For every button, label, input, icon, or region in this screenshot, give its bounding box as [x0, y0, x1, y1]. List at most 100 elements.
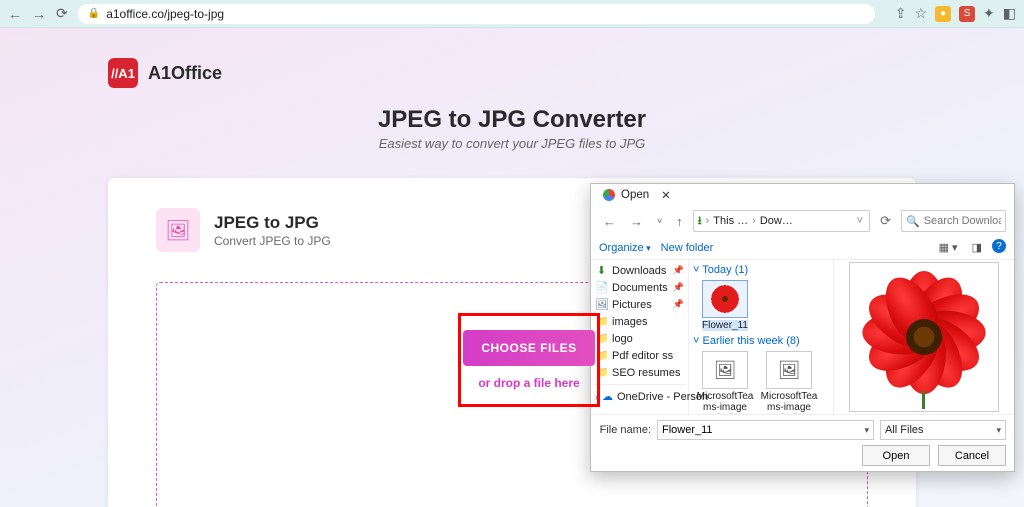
sidebar-item[interactable]: 📁 images: [593, 313, 686, 330]
chevron-down-icon[interactable]: ˅: [855, 215, 865, 227]
back-icon[interactable]: ←: [8, 6, 22, 22]
preview-image: [854, 267, 994, 407]
share-icon[interactable]: ⇪: [895, 5, 907, 22]
nav-up-icon[interactable]: ↑: [672, 212, 687, 231]
file-name-field[interactable]: ▾: [657, 420, 874, 440]
sidebar-item-label: SEO resumes: [612, 367, 680, 379]
file-thumb[interactable]: 🖼 MicrosoftTeams-image (25): [760, 351, 818, 414]
brand[interactable]: //A1 A1Office: [108, 58, 222, 88]
sidebar-item[interactable]: ⬇Downloads📌: [593, 262, 686, 279]
extensions-icon[interactable]: ✦: [983, 5, 995, 22]
close-icon[interactable]: ✕: [655, 188, 677, 202]
choose-files-button[interactable]: CHOOSE FILES: [463, 330, 594, 366]
thumb-preview: 🖼: [702, 351, 748, 389]
chrome-app-icon: [603, 189, 615, 201]
dialog-search[interactable]: 🔍: [901, 210, 1006, 232]
page-title: JPEG to JPG Converter: [0, 106, 1024, 134]
filter-label: All Files: [885, 424, 924, 436]
new-folder-button[interactable]: New folder: [661, 242, 714, 254]
dialog-file-list: Today (1) Flower_11 Earlier this week (8) 🖼…: [689, 260, 834, 414]
downloads-root-icon: ⭳: [698, 212, 702, 231]
thumb-label: MicrosoftTeams-image (26): [696, 391, 754, 414]
pin-icon: 📌: [673, 282, 684, 293]
lock-icon: 🔒: [88, 8, 100, 19]
sidebar-item[interactable]: 📁 SEO resumes: [593, 364, 686, 381]
chevron-right-icon: ›: [750, 215, 758, 227]
forward-icon[interactable]: →: [32, 6, 46, 22]
browser-toolbar: ← → ⟳ 🔒 a1office.co/jpeg-to-jpg ⇪ ☆ ● S …: [0, 0, 1024, 28]
pin-icon: 📌: [673, 265, 684, 276]
dialog-footer: File name: ▾ All Files ▾ Open Cancel: [591, 414, 1014, 471]
cloud-icon: ☁: [602, 390, 613, 403]
folder-icon: 📁: [595, 366, 608, 379]
dialog-body: ⬇Downloads📌📄Documents📌🖼Pictures📌📁images📁…: [591, 260, 1014, 414]
address-bar[interactable]: 🔒 a1office.co/jpeg-to-jpg: [78, 4, 875, 24]
file-thumb[interactable]: Flower_11: [696, 280, 754, 331]
sidebar-item[interactable]: 🖼Pictures📌: [593, 296, 686, 313]
preview-pane-icon[interactable]: ◨: [968, 239, 986, 256]
sidebar-item[interactable]: 📁logo: [593, 330, 686, 347]
sidebar-item-label: Pictures: [612, 299, 652, 311]
file-open-dialog: Open ✕ ← → ˅ ↑ ⭳ › This … › Dow… ˅ ⟳ 🔍 O…: [590, 183, 1015, 472]
nav-back-icon[interactable]: ←: [599, 212, 620, 231]
dialog-preview-pane: [834, 260, 1014, 414]
page-body: //A1 A1Office JPEG to JPG Converter Easi…: [0, 28, 1024, 507]
breadcrumb-seg-2[interactable]: Dow…: [760, 215, 793, 227]
bookmark-icon[interactable]: ☆: [914, 5, 927, 22]
thumb-label: MicrosoftTeams-image (25): [760, 391, 818, 414]
chevron-down-icon: ▾: [996, 425, 1001, 436]
breadcrumb-seg-1[interactable]: This …: [713, 215, 748, 227]
sidebar-item-label: Pdf editor ss: [612, 350, 673, 362]
search-icon: 🔍: [906, 215, 920, 228]
card-subtitle: Convert JPEG to JPG: [214, 234, 331, 248]
card-title: JPEG to JPG: [214, 213, 331, 233]
folder-icon: 📁: [595, 349, 608, 362]
account-icon[interactable]: ◧: [1003, 5, 1016, 22]
nav-forward-icon[interactable]: →: [626, 212, 647, 231]
reload-icon[interactable]: ⟳: [56, 5, 68, 22]
nav-recent-chevron-icon[interactable]: ˅: [653, 214, 666, 228]
organize-menu[interactable]: Organize: [599, 242, 651, 254]
dialog-navbar: ← → ˅ ↑ ⭳ › This … › Dow… ˅ ⟳ 🔍: [591, 206, 1014, 236]
thumb-preview: 🖼: [766, 351, 812, 389]
image-icon: 🖼: [714, 360, 737, 381]
hero: JPEG to JPG Converter Easiest way to con…: [0, 106, 1024, 151]
chevron-right-icon: ›: [595, 392, 598, 402]
thumb-preview: [702, 280, 748, 318]
preview-box: [849, 262, 999, 412]
toolbar-right: ⇪ ☆ ● S ✦ ◧: [895, 5, 1016, 22]
image-icon: 🖼: [778, 360, 801, 381]
thumb-label: Flower_11: [702, 320, 748, 331]
card-format-icon: 🖼: [156, 208, 200, 252]
extension-icon-1[interactable]: ●: [935, 6, 951, 22]
drop-hint-text: or drop a file here: [478, 376, 579, 390]
refresh-icon[interactable]: ⟳: [876, 211, 895, 231]
sidebar-item[interactable]: 📄Documents📌: [593, 279, 686, 296]
file-thumb[interactable]: 🖼 MicrosoftTeams-image (26): [696, 351, 754, 414]
chevron-down-icon[interactable]: ▾: [864, 425, 869, 436]
breadcrumb[interactable]: ⭳ › This … › Dow… ˅: [693, 210, 870, 232]
search-input[interactable]: [924, 215, 1001, 227]
sidebar-item-onedrive[interactable]: ›☁OneDrive - Person: [593, 388, 686, 405]
brand-logo-icon: //A1: [108, 58, 138, 88]
chevron-right-icon: ›: [704, 215, 712, 227]
page-subtitle: Easiest way to convert your JPEG files t…: [0, 136, 1024, 151]
extension-icon-2[interactable]: S: [959, 6, 975, 22]
sidebar-item[interactable]: 📁 Pdf editor ss: [593, 347, 686, 364]
cancel-button[interactable]: Cancel: [938, 445, 1006, 466]
open-button[interactable]: Open: [862, 445, 930, 466]
pin-icon: 📌: [673, 299, 684, 310]
sidebar-item-label: images: [612, 316, 647, 328]
sidebar-item-label: logo: [612, 333, 633, 345]
group-header[interactable]: Earlier this week (8): [693, 333, 829, 349]
file-type-filter[interactable]: All Files ▾: [880, 420, 1006, 440]
group-header[interactable]: Today (1): [693, 262, 829, 278]
help-icon[interactable]: ?: [992, 239, 1006, 253]
file-name-label: File name:: [599, 424, 651, 436]
file-name-input[interactable]: [662, 424, 864, 436]
view-mode-icon[interactable]: ▦ ▾: [935, 239, 962, 256]
brand-name: A1Office: [148, 63, 222, 84]
sidebar-item-label: Documents: [612, 282, 668, 294]
folder-icon: 📁: [595, 315, 608, 328]
dialog-toolbar: Organize New folder ▦ ▾ ◨ ?: [591, 236, 1014, 260]
